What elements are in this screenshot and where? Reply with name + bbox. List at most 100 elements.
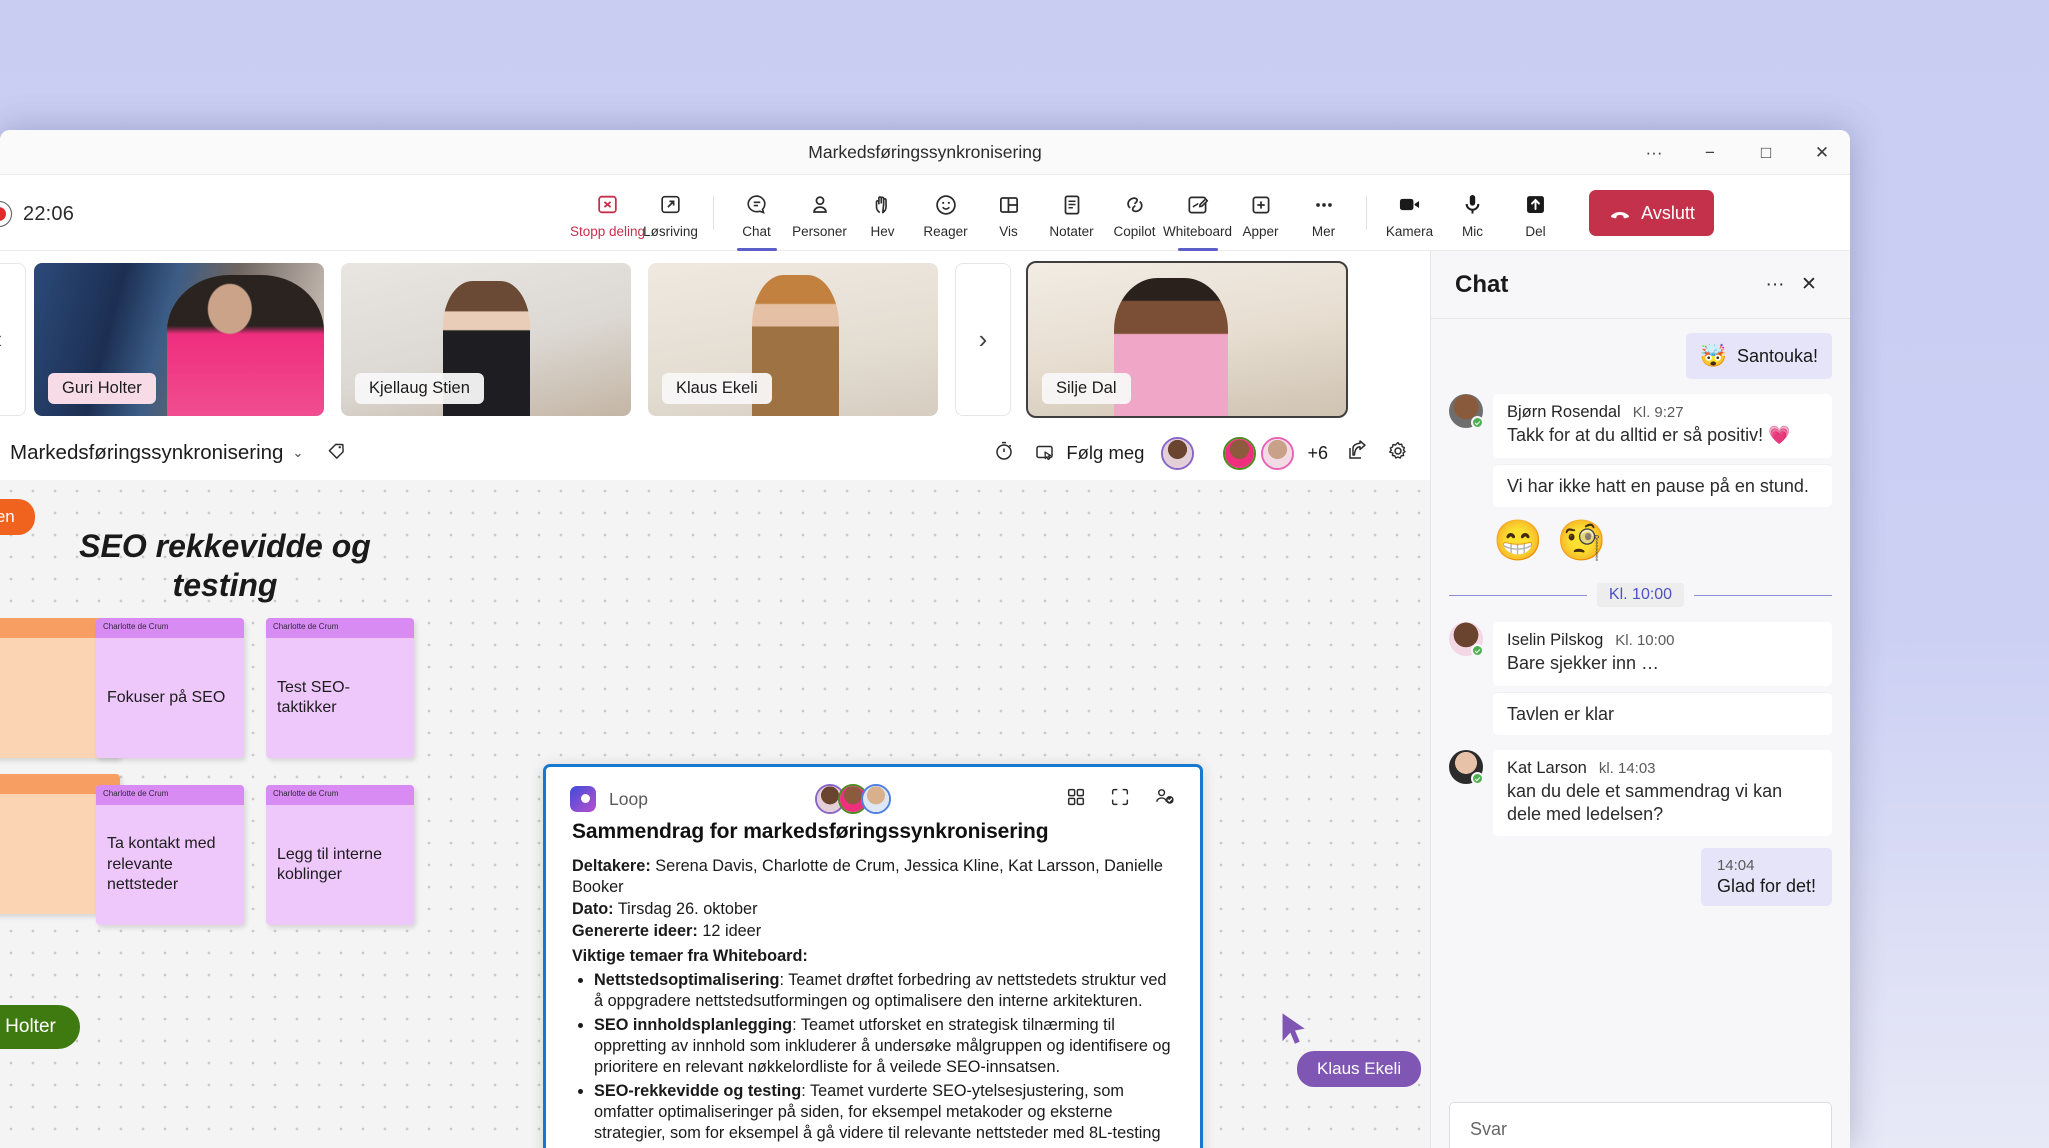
video-tile-kjellaug-stien[interactable]: Kjellaug Stien <box>341 263 631 416</box>
avatar[interactable] <box>861 784 891 814</box>
tool-label: Kamera <box>1385 223 1434 239</box>
focus-icon[interactable] <box>1109 786 1131 813</box>
tool-people[interactable]: Personer <box>788 177 851 249</box>
gear-icon[interactable] <box>1386 439 1410 468</box>
tool-chat[interactable]: Chat <box>725 177 788 249</box>
reply-text: Glad for det! <box>1716 876 1816 896</box>
gallery-prev-button[interactable]: ‹ <box>0 263 26 416</box>
chat-panel: Chat ··· ✕ 🤯 Santouka! Bjørn Rosendal Kl… <box>1430 251 1850 1148</box>
avatar[interactable] <box>1223 436 1257 470</box>
tool-mic[interactable]: Mic <box>1441 177 1504 249</box>
exploding-head-emoji: 🤯 <box>1699 343 1727 368</box>
tool-copilot[interactable]: Copilot <box>1103 177 1166 249</box>
leave-meeting-button[interactable]: Avslutt <box>1589 190 1714 236</box>
tool-react[interactable]: Reager <box>914 177 977 249</box>
window-more-button[interactable]: ··· <box>1626 130 1682 175</box>
timer-icon[interactable] <box>992 439 1016 468</box>
whiteboard-title[interactable]: Markedsføringssynkronisering <box>10 441 283 465</box>
message-continuation: Vi har ikke hatt en pause på en stund. <box>1493 463 1832 507</box>
chat-messages[interactable]: 🤯 Santouka! Bjørn Rosendal Kl. 9:27 Takk… <box>1431 319 1850 1148</box>
tool-raise-hand[interactable]: Hev <box>851 177 914 249</box>
tool-label: Chat <box>742 223 771 239</box>
grid-icon[interactable] <box>1065 786 1087 813</box>
tile-name: Silje Dal <box>1042 373 1131 404</box>
sticky-note-legg-til-interne[interactable]: Charlotte de Crum Legg til interne kobli… <box>266 785 414 925</box>
self-message-row: 🤯 Santouka! <box>1449 333 1832 379</box>
window-close-button[interactable]: ✕ <box>1794 130 1850 175</box>
tool-label: Whiteboard <box>1162 223 1233 239</box>
whiteboard-header: Markedsføringssynkronisering ⌄ Følg meg <box>0 426 1430 480</box>
tool-view[interactable]: Vis <box>977 177 1040 249</box>
theme-bullet: Nettstedsoptimalisering: Teamet drøftet … <box>594 970 1174 1013</box>
notes-icon <box>1059 190 1085 220</box>
field-deltakere: Deltakere: Serena Davis, Charlotte de Cr… <box>572 856 1174 898</box>
tool-more[interactable]: Mer <box>1292 177 1355 249</box>
raise-hand-icon <box>870 190 896 220</box>
tool-share[interactable]: Del <box>1504 177 1567 249</box>
meeting-stage: ‹ Guri Holter Kjellaug Stien Klaus Ekeli <box>0 251 1850 1148</box>
avatar[interactable] <box>1449 394 1484 429</box>
people-check-icon[interactable] <box>1153 785 1176 813</box>
tool-label: Notater <box>1049 223 1094 239</box>
avatar[interactable] <box>1161 436 1195 470</box>
message-text: Takk for at du alltid er så positiv! 💗 <box>1507 425 1791 445</box>
theme-term: SEO innholdsplanlegging <box>594 1015 793 1034</box>
chat-close-icon[interactable]: ✕ <box>1792 268 1826 302</box>
avatar[interactable] <box>1449 622 1484 657</box>
field-label: Dato: <box>572 900 614 919</box>
field-ideer: Genererte ideer: 12 ideer <box>572 921 1174 942</box>
mic-icon <box>1459 190 1486 220</box>
sticky-note-test-seo-taktikker[interactable]: Charlotte de Crum Test SEO-taktikker <box>266 618 414 758</box>
message-bubble: Iselin Pilskog Kl. 10:00 Bare sjekker in… <box>1493 622 1832 686</box>
loop-summary-card[interactable]: Loop Sammendrag for markedsføringssynkro… <box>543 764 1203 1148</box>
grinning-emoji[interactable]: 😁 <box>1493 521 1543 561</box>
chat-more-icon[interactable]: ··· <box>1758 268 1792 302</box>
window-maximize-button[interactable]: □ <box>1738 130 1794 175</box>
chat-icon <box>744 190 770 220</box>
divider-line <box>1694 594 1832 596</box>
message-header: Kat Larson kl. 14:03 <box>1507 759 1818 778</box>
tool-label: Vis <box>999 223 1018 239</box>
chat-composer-input[interactable]: Svar <box>1449 1102 1832 1148</box>
sticky-note-ta-kontakt[interactable]: Charlotte de Crum Ta kontakt med relevan… <box>96 785 244 925</box>
chat-message-iselin: Iselin Pilskog Kl. 10:00 Bare sjekker in… <box>1449 622 1832 686</box>
share-board-icon[interactable] <box>1345 439 1369 468</box>
message-text: Tavlen er klar <box>1507 703 1615 724</box>
board-title: SEO rekkevidde og testing <box>79 528 371 604</box>
video-tile-klaus-ekeli[interactable]: Klaus Ekeli <box>648 263 938 416</box>
video-tile-guri-holter[interactable]: Guri Holter <box>34 263 324 416</box>
message-time: Kl. 9:27 <box>1632 404 1684 421</box>
loop-document: Sammendrag for markedsføringssynkroniser… <box>546 816 1200 1148</box>
theme-bullet: SEO innholdsplanlegging: Teamet utforske… <box>594 1015 1174 1079</box>
avatar[interactable] <box>1261 436 1295 470</box>
note-text: Ta kontakt med relevante nettsteder <box>107 835 216 894</box>
sticky-note-fokuser-pa-seo[interactable]: Charlotte de Crum Fokuser på SEO <box>96 618 244 758</box>
video-person <box>167 275 324 416</box>
themes-list: Nettstedsoptimalisering: Teamet drøftet … <box>594 970 1174 1148</box>
tool-stop-sharing[interactable]: Stopp deling <box>570 177 645 249</box>
chevron-down-icon[interactable]: ⌄ <box>292 445 303 461</box>
tool-notes[interactable]: Notater <box>1040 177 1103 249</box>
divider-label: Kl. 10:00 <box>1596 583 1685 607</box>
gallery-next-button[interactable]: › <box>955 263 1011 416</box>
cursor-label-stien: Stien <box>0 499 35 535</box>
leave-meeting-label: Avslutt <box>1641 202 1695 223</box>
field-label: Genererte ideer: <box>572 922 698 941</box>
tag-icon[interactable] <box>325 439 348 467</box>
tool-label: Mer <box>1311 223 1336 239</box>
tool-label: Copilot <box>1113 223 1156 239</box>
tool-camera[interactable]: Kamera <box>1378 177 1441 249</box>
avatar[interactable] <box>1449 750 1484 785</box>
monocle-emoji[interactable]: 🧐 <box>1557 521 1607 561</box>
tool-pop-out[interactable]: Løsriving <box>639 177 702 249</box>
follow-me-button[interactable]: Følg meg <box>1033 441 1144 465</box>
follow-me-label: Følg meg <box>1066 442 1145 463</box>
meeting-tools: Stopp deling Løsriving Chat Personer Hev… <box>570 175 1714 251</box>
tool-apps[interactable]: Apper <box>1229 177 1292 249</box>
toolbar-divider <box>713 196 714 230</box>
avatar-overflow-count[interactable]: +6 <box>1307 443 1328 464</box>
window-minimize-button[interactable]: − <box>1682 130 1738 175</box>
tool-whiteboard[interactable]: Whiteboard <box>1162 177 1233 249</box>
note-author: Charlotte de Crum <box>96 785 244 805</box>
video-tile-silje-dal[interactable]: Silje Dal <box>1026 261 1348 418</box>
